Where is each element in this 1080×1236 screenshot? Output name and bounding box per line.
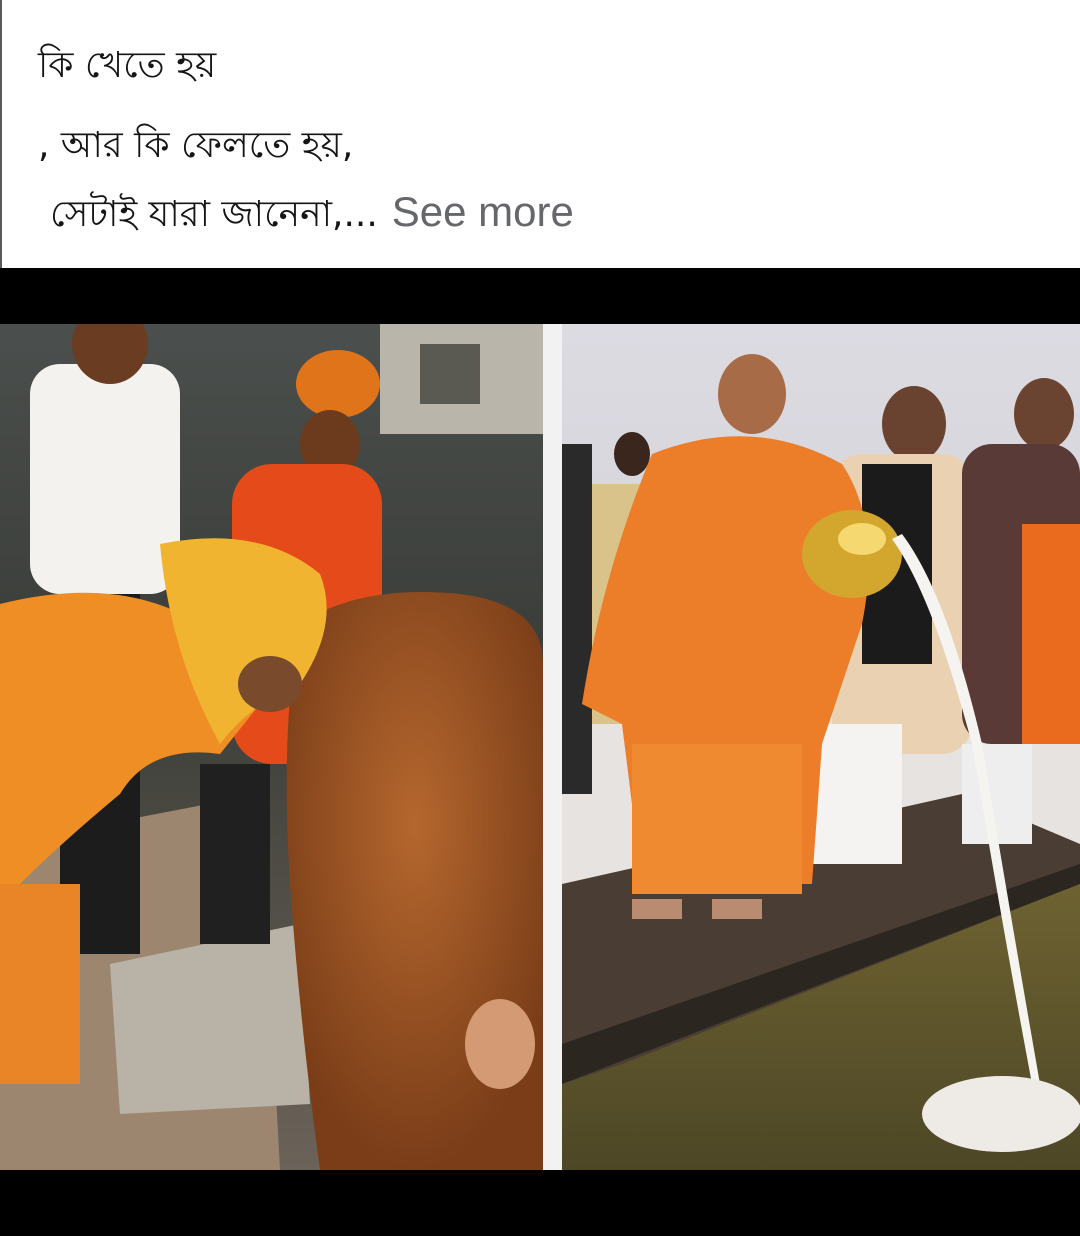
caption-line-3-text: সেটাই যারা জানেনা,... [50, 194, 378, 235]
left-photo-illustration [0, 324, 543, 1170]
right-photo [562, 324, 1080, 1170]
caption-line-2: , আর কি ফেলতে হয়, [38, 125, 354, 166]
post-caption: কি খেতে হয় , আর কি ফেলতে হয়, সেটাই যার… [0, 0, 1080, 268]
right-photo-illustration [562, 324, 1080, 1170]
caption-line-1: কি খেতে হয় [38, 45, 217, 86]
caption-line-3: সেটাই যারা জানেনা,... See more [50, 186, 574, 241]
see-more-link[interactable]: See more [392, 188, 574, 235]
left-photo [0, 324, 543, 1170]
image-divider [543, 324, 562, 1170]
post-image[interactable] [0, 268, 1080, 1236]
